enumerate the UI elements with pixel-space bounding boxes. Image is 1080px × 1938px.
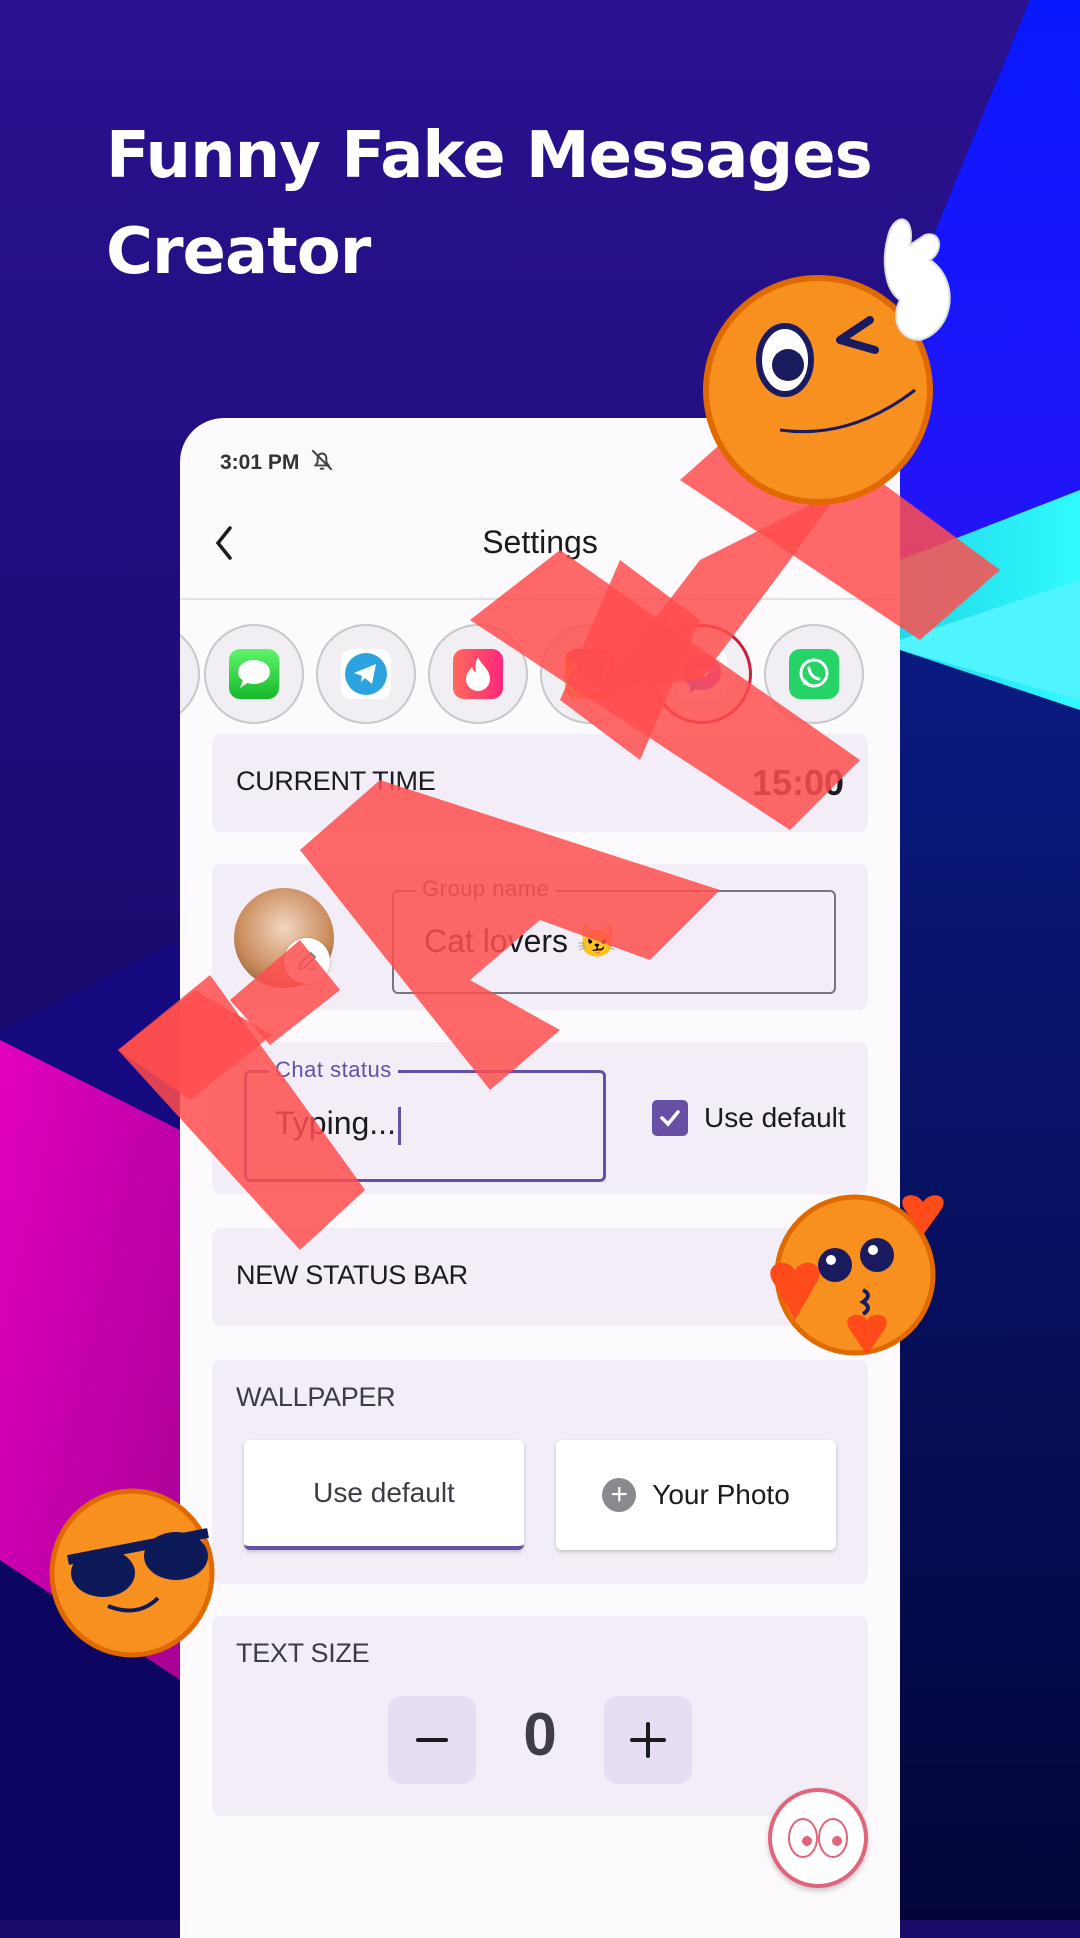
plus-icon xyxy=(630,1722,666,1758)
page-title: Settings xyxy=(482,524,598,560)
wallpaper-card: WALLPAPER Use default + Your Photo xyxy=(212,1360,868,1584)
wallpaper-your-photo-button[interactable]: + Your Photo xyxy=(556,1440,836,1550)
app-option-whatsapp[interactable] xyxy=(764,624,864,724)
messenger-icon xyxy=(677,649,727,699)
eyes-icon xyxy=(788,1818,848,1858)
group-name-field[interactable]: Group name Cat lovers 😼 xyxy=(392,876,836,994)
new-status-bar-label: NEW STATUS BAR xyxy=(236,1260,468,1290)
phone-screen: 3:01 PM Settings CURRENT TIME 15:00 Grou… xyxy=(180,418,900,1938)
current-time-card[interactable]: CURRENT TIME 15:00 xyxy=(212,734,868,832)
app-option-telegram[interactable] xyxy=(316,624,416,724)
status-bar: 3:01 PM xyxy=(220,438,335,488)
add-photo-icon: + xyxy=(602,1478,637,1512)
notifications-muted-icon xyxy=(309,447,335,479)
app-option-tinder[interactable] xyxy=(428,624,528,724)
text-size-label: TEXT SIZE xyxy=(236,1638,370,1668)
chat-status-value: Typing... xyxy=(275,1105,396,1141)
telegram-icon xyxy=(341,649,391,699)
text-size-increment-button[interactable] xyxy=(604,1696,692,1784)
group-name-label: Group name xyxy=(416,876,556,902)
wallpaper-use-default-label: Use default xyxy=(313,1477,455,1508)
wallpaper-label: WALLPAPER xyxy=(236,1382,396,1412)
pencil-icon xyxy=(297,951,317,971)
status-time: 3:01 PM xyxy=(220,451,300,474)
text-caret xyxy=(397,1106,401,1145)
use-default-label[interactable]: Use default xyxy=(704,1102,846,1134)
group-card: Group name Cat lovers 😼 xyxy=(212,864,868,1010)
use-default-checkbox[interactable] xyxy=(652,1100,688,1136)
current-time-value[interactable]: 15:00 xyxy=(752,762,844,804)
avatar-edit-button[interactable] xyxy=(284,938,330,984)
tinder-icon xyxy=(453,649,503,699)
current-time-label: CURRENT TIME xyxy=(236,766,436,796)
sunglasses-emoji-sticker xyxy=(49,1488,215,1658)
app-option-instagram[interactable] xyxy=(540,624,640,724)
preview-fab[interactable] xyxy=(768,1788,868,1888)
chat-status-card: Chat status Typing... Use default xyxy=(212,1042,868,1194)
chat-status-label: Chat status xyxy=(269,1057,398,1083)
instagram-icon xyxy=(565,649,615,699)
imessage-icon xyxy=(229,649,279,699)
wink-emoji-sticker xyxy=(703,218,951,505)
group-avatar[interactable] xyxy=(234,888,334,988)
wallpaper-use-default-button[interactable]: Use default xyxy=(244,1440,524,1550)
app-option-partial[interactable] xyxy=(180,624,200,724)
chat-status-field[interactable]: Chat status Typing... xyxy=(244,1057,606,1182)
whatsapp-icon xyxy=(789,649,839,699)
wallpaper-your-photo-label: Your Photo xyxy=(652,1479,790,1510)
checkmark-icon xyxy=(660,1110,680,1127)
app-option-messenger[interactable] xyxy=(652,624,752,724)
group-name-value: Cat lovers 😼 xyxy=(424,923,617,959)
text-size-value: 0 xyxy=(523,1701,557,1768)
text-size-card: TEXT SIZE 0 xyxy=(212,1616,868,1816)
kiss-emoji-sticker xyxy=(770,1194,944,1356)
app-option-imessage[interactable] xyxy=(204,624,304,724)
promo-title-line1: Funny Fake Messages xyxy=(106,119,873,193)
messenger-app-selector xyxy=(180,602,900,734)
